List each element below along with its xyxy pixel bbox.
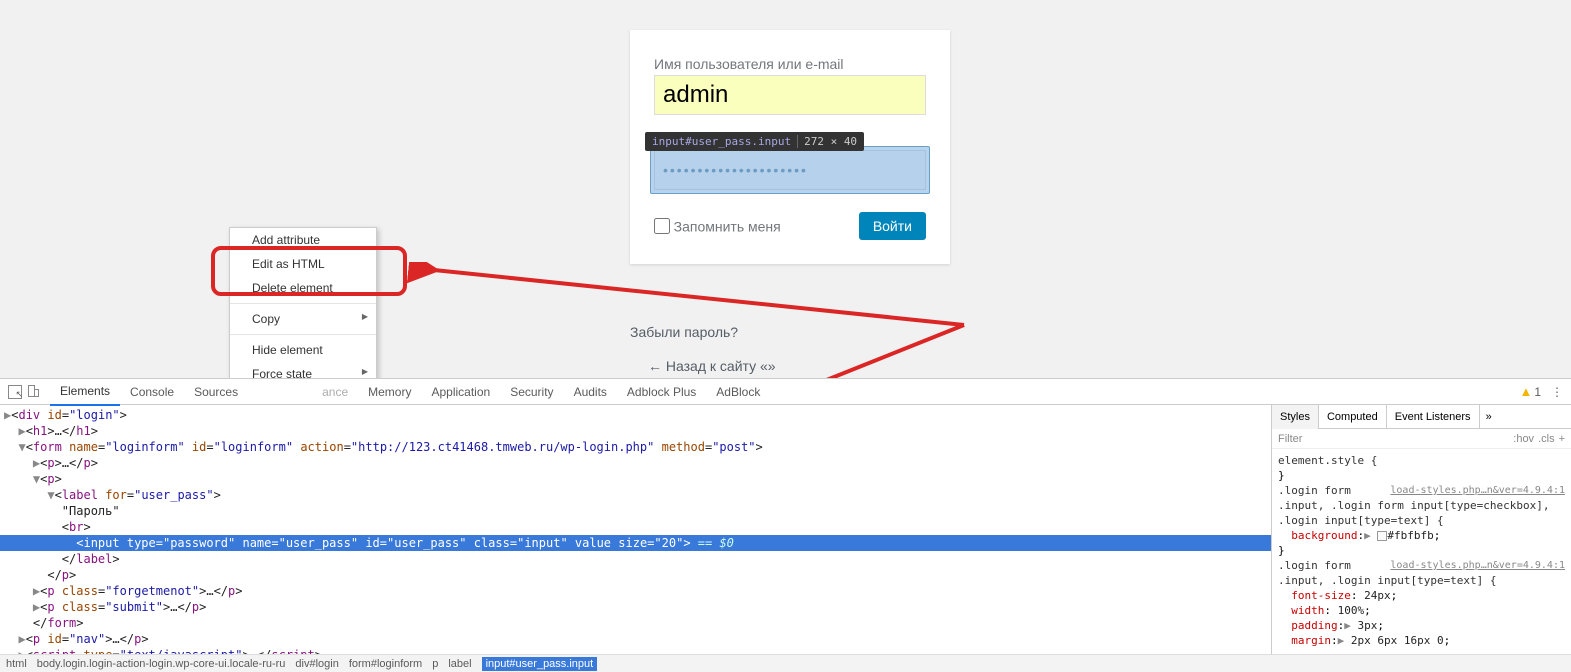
styles-tab-event-listeners[interactable]: Event Listeners: [1387, 405, 1480, 429]
warnings-indicator[interactable]: ▲1: [1519, 384, 1541, 399]
forgot-password-link[interactable]: Забыли пароль?: [630, 324, 738, 340]
dom-breadcrumb[interactable]: html body.login.login-action-login.wp-co…: [0, 654, 1571, 672]
username-input[interactable]: [654, 75, 926, 115]
tab-security[interactable]: Security: [500, 379, 563, 405]
crumb[interactable]: label: [448, 658, 471, 670]
styles-panel: Styles Computed Event Listeners » Filter…: [1271, 405, 1571, 672]
crumb[interactable]: form#loginform: [349, 658, 422, 670]
dom-tree[interactable]: ▶<div id="login"> ▶<h1>…</h1> ▼<form nam…: [0, 405, 1271, 672]
crumb[interactable]: html: [6, 658, 27, 670]
devtools-panel: ↖ Elements Console Sources Network ance …: [0, 378, 1571, 672]
menu-add-attribute[interactable]: Add attribute: [230, 228, 376, 252]
styles-tab-computed[interactable]: Computed: [1319, 405, 1387, 429]
styles-filter-input[interactable]: Filter: [1278, 433, 1302, 445]
tab-adblock[interactable]: AdBlock: [706, 379, 770, 405]
inspect-content-overlay: [650, 146, 930, 194]
styles-cls-toggle[interactable]: .cls: [1538, 433, 1555, 445]
styles-tabs-more-icon[interactable]: »: [1480, 411, 1498, 423]
crumb[interactable]: p: [432, 658, 438, 670]
menu-hide-element[interactable]: Hide element: [230, 338, 376, 362]
tab-memory[interactable]: Memory: [358, 379, 421, 405]
tab-application[interactable]: Application: [421, 379, 500, 405]
devtools-menu-icon[interactable]: ⋮: [1549, 385, 1565, 399]
remember-label: Запомнить меня: [674, 218, 781, 234]
tab-elements[interactable]: Elements: [50, 378, 120, 406]
crumb-selected[interactable]: input#user_pass.input: [482, 657, 598, 671]
crumb[interactable]: body.login.login-action-login.wp-core-ui…: [37, 658, 286, 670]
submit-button[interactable]: Войти: [859, 212, 926, 240]
device-toggle-icon[interactable]: [28, 385, 42, 399]
menu-edit-as-html[interactable]: Edit as HTML: [230, 252, 376, 276]
remember-checkbox[interactable]: [654, 218, 670, 234]
tab-performance[interactable]: ance: [312, 379, 358, 405]
tab-console[interactable]: Console: [120, 379, 184, 405]
menu-copy[interactable]: Copy: [230, 307, 376, 331]
username-label: Имя пользователя или e-mail: [654, 56, 926, 72]
menu-separator: [230, 334, 376, 335]
inspect-dimensions: 272 × 40: [797, 135, 857, 148]
tab-adblock-plus[interactable]: Adblock Plus: [617, 379, 706, 405]
dom-selected-node: <input type="password" name="user_pass" …: [0, 535, 1271, 551]
inspect-element-icon[interactable]: ↖: [8, 385, 22, 399]
tab-audits[interactable]: Audits: [564, 379, 617, 405]
css-rules[interactable]: element.style { } load-styles.php…n&ver=…: [1272, 449, 1571, 672]
menu-delete-element[interactable]: Delete element: [230, 276, 376, 300]
styles-tab-styles[interactable]: Styles: [1272, 405, 1319, 429]
tab-sources[interactable]: Sources: [184, 379, 248, 405]
styles-hov-toggle[interactable]: :hov: [1513, 433, 1534, 445]
inspect-tooltip: input#user_pass.input 272 × 40: [645, 132, 864, 151]
styles-add-rule-icon[interactable]: +: [1559, 433, 1565, 445]
inspect-selector: input#user_pass.input: [652, 135, 791, 148]
menu-separator: [230, 303, 376, 304]
crumb[interactable]: div#login: [295, 658, 338, 670]
devtools-tabs: ↖ Elements Console Sources Network ance …: [0, 379, 1571, 405]
back-to-site-link[interactable]: ← Назад к сайту «»: [648, 358, 776, 374]
